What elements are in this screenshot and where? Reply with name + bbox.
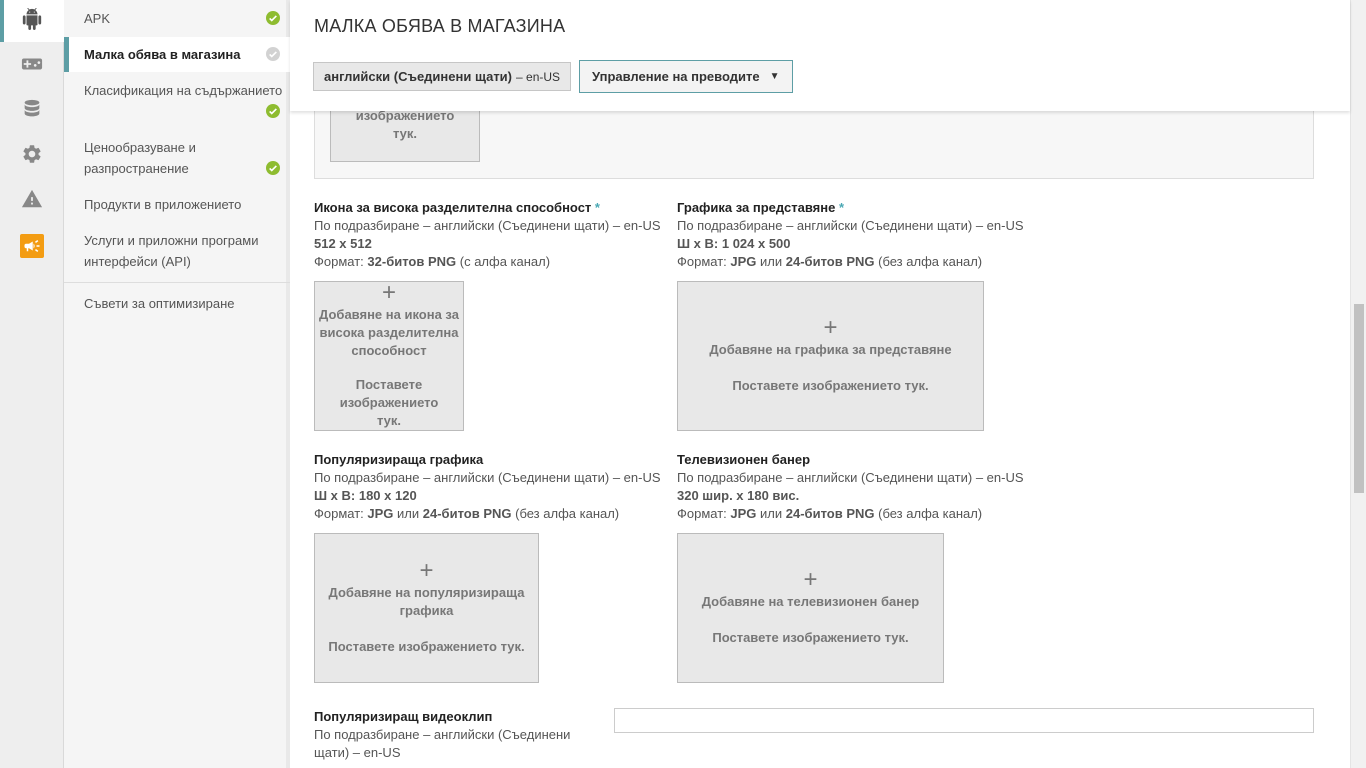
drop-paste-label: Поставете изображението тук. [339,377,439,428]
section-nav: APK Малка обява в магазина Класификация … [64,0,290,768]
page-header: МАЛКА ОБЯВА В МАГАЗИНА английски (Съедин… [290,0,1350,111]
rail-item-promo[interactable] [0,225,64,267]
nav-item-in-app-products[interactable]: Продукти в приложението [64,194,290,215]
megaphone-icon [20,234,44,258]
field-format: Формат: JPG или 24-битов PNG (без алфа к… [677,254,983,269]
rail-item-database[interactable] [0,90,64,132]
alert-icon [21,188,43,215]
drop-paste-label: Поставете изображението тук. [732,378,929,393]
rail-item-alerts[interactable] [0,180,64,222]
feature-graphic-field: Графика за представяне * По подразбиране… [677,199,1057,271]
tv-banner-drop-zone[interactable]: + Добавяне на телевизионен банер Поставе… [677,533,944,683]
field-label: Икона за висока разделителна способност [314,200,592,215]
language-name: английски (Съединени щати) [324,69,513,84]
database-icon [21,98,43,125]
android-icon [21,7,43,35]
field-format: Формат: JPG или 24-битов PNG (без алфа к… [314,506,620,521]
field-label: Популяризиращ видеоклип [314,709,493,724]
check-icon [266,11,280,25]
check-icon [266,47,280,61]
nav-item-label: Малка обява в магазина [84,47,241,62]
gamepad-icon [21,53,43,80]
plus-icon: + [803,566,818,593]
field-label: Графика за представяне [677,200,836,215]
gear-icon [21,143,43,170]
drop-add-label: Добавяне на графика за представяне [709,342,952,357]
field-size: 512 x 512 [314,236,372,251]
feature-graphic-drop-zone[interactable]: + Добавяне на графика за представяне Пос… [677,281,984,431]
plus-icon: + [823,314,838,341]
manage-translations-button[interactable]: Управление на преводите ▼ [579,60,793,93]
nav-item-label: Съвети за оптимизиране [84,296,235,311]
nav-item-label: APK [84,11,111,26]
nav-item-store-listing[interactable]: Малка обява в магазина [64,37,290,72]
check-icon [266,104,280,118]
promo-video-url-input[interactable] [614,708,1314,733]
drop-add-label: Добавяне на икона за висока разделителна… [319,307,459,358]
nav-item-optimization-tips[interactable]: Съвети за оптимизиране [64,282,290,314]
field-default-language: По подразбиране – английски (Съединени щ… [314,218,661,233]
field-format: Формат: JPG или 24-битов PNG (без алфа к… [677,506,983,521]
required-marker: * [838,200,844,215]
nav-item-label: Продукти в приложението [84,197,242,212]
rail-item-games[interactable] [0,45,64,87]
drop-paste-label: Поставете изображението тук. [712,630,909,645]
drop-add-label: Добавяне на популяризираща графика [328,585,525,618]
field-size: 320 шир. x 180 вис. [677,488,800,503]
promo-graphic-drop-zone[interactable]: + Добавяне на популяризираща графика Пос… [314,533,539,683]
manage-translations-label: Управление на преводите [592,69,760,84]
nav-item-label: Класификация на съдържанието [84,83,283,98]
previous-screenshot-section: Поставете изображението тук. [314,90,1314,179]
field-label: Телевизионен банер [677,452,811,467]
nav-item-label: Услуги и приложни програми интерфейси (A… [84,233,259,269]
nav-item-services-apis[interactable]: Услуги и приложни програми интерфейси (A… [64,230,290,272]
hi-res-icon-drop-zone[interactable]: + Добавяне на икона за висока разделител… [314,281,464,431]
nav-item-content-rating[interactable]: Класификация на съдържанието [64,80,290,118]
promo-video-field: Популяризиращ видеоклип По подразбиране … [314,708,584,762]
page-title: МАЛКА ОБЯВА В МАГАЗИНА [314,16,566,36]
scrollbar-thumb[interactable] [1354,304,1364,493]
tv-banner-field: Телевизионен банер По подразбиране – анг… [677,451,1057,523]
field-default-language: По подразбиране – английски (Съединени щ… [677,470,1024,485]
drop-paste-label: Поставете изображението тук. [328,639,525,654]
promo-graphic-field: Популяризираща графика По подразбиране –… [314,451,674,523]
vertical-scrollbar[interactable] [1350,0,1366,768]
nav-item-pricing[interactable]: Ценообразуване и разпространение [64,137,290,179]
field-size: Ш x В: 1 024 x 500 [677,236,791,251]
default-language-button[interactable]: английски (Съединени щати) – en-US [313,62,572,91]
caret-down-icon: ▼ [769,71,780,82]
nav-item-label: Ценообразуване и разпространение [84,140,196,176]
plus-icon: + [419,557,434,584]
check-icon [266,161,280,175]
field-format: Формат: 32-битов PNG (с алфа канал) [314,254,551,269]
rail-item-settings[interactable] [0,135,64,177]
icon-rail [0,0,64,768]
hi-res-icon-field: Икона за висока разделителна способност … [314,199,674,271]
field-default-language: По подразбиране – английски (Съединени щ… [314,470,661,485]
nav-item-apk[interactable]: APK [64,8,290,29]
drop-add-label: Добавяне на телевизионен банер [701,594,920,609]
main-content: Поставете изображението тук. Икона за ви… [290,0,1350,768]
rail-item-android[interactable] [0,0,64,42]
field-size: Ш x В: 180 x 120 [314,488,417,503]
required-marker: * [594,200,600,215]
plus-icon: + [381,279,396,306]
field-default-language: По подразбиране – английски (Съединени щ… [677,218,1024,233]
field-label: Популяризираща графика [314,452,484,467]
language-code: – en-US [516,69,561,84]
field-default-language: По подразбиране – английски (Съединени щ… [314,727,571,760]
